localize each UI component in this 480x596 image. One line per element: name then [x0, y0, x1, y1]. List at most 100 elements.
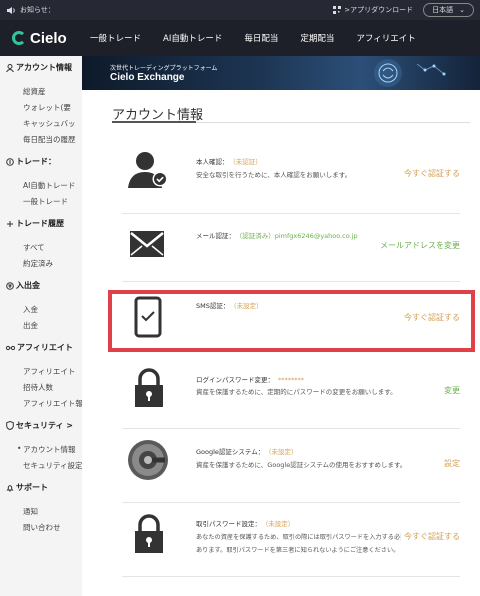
sidebar-item-withdraw[interactable]: 出金	[23, 320, 38, 331]
sidebar-head-support[interactable]: サポート	[0, 482, 48, 493]
sidebar-item-account-info[interactable]: アカウント情報	[17, 444, 75, 455]
card-divider	[122, 428, 460, 429]
authenticator-icon	[128, 440, 168, 480]
title-underline	[112, 121, 196, 123]
sidebar-item-wallet[interactable]: ウォレット(要	[23, 102, 71, 113]
google-auth-description: 資産を保護するために、Google認証システムの使用をおすすめします。	[196, 461, 407, 469]
nav-item-daily-dividend[interactable]: 毎日配当	[233, 32, 289, 44]
identity-label-text: 本人確認：	[196, 158, 229, 166]
qr-code-icon	[333, 6, 342, 14]
email-label-text: メール認証：	[196, 232, 235, 240]
logo-text: Cielo	[30, 29, 67, 47]
sidebar-head-support-label: サポート	[16, 483, 48, 492]
coin-icon: ¥	[6, 281, 14, 290]
nav-item-ai-trade[interactable]: AI自動トレード	[152, 32, 233, 44]
nav-item-affiliate[interactable]: アフィリエイト	[345, 32, 426, 44]
svg-text:¥: ¥	[8, 284, 12, 290]
sidebar-head-deposit-label: 入出金	[16, 281, 40, 290]
notice-label: お知らせ：	[20, 6, 55, 14]
banner-subtitle: 次世代トレーディングプラットフォーム	[110, 65, 218, 72]
app-download-link[interactable]: >アプリダウンロード	[333, 5, 413, 15]
sidebar-item-executed[interactable]: 約定済み	[23, 258, 53, 269]
identity-label: 本人確認： （未認証）	[196, 156, 262, 166]
sidebar-item-daily-dividend-history[interactable]: 毎日配当の履歴	[23, 134, 76, 145]
sidebar-head-trade-label: トレード：	[16, 157, 56, 166]
nav-item-periodic-dividend[interactable]: 定期配当	[289, 32, 345, 44]
sidebar-item-all[interactable]: すべて	[23, 242, 45, 253]
card-divider	[122, 576, 460, 577]
lock-icon	[135, 368, 163, 407]
ai-brain-icon	[374, 59, 446, 87]
promo-banner: 次世代トレーディングプラットフォーム Cielo Exchange	[82, 56, 480, 90]
google-auth-label: Google認証システム： （未設定）	[196, 446, 297, 456]
email-verification-card: メール認証： （認証済み）pimfgx6246@yahoo.co.jp メールアド…	[122, 224, 460, 274]
sidebar-item-total-assets[interactable]: 総資産	[23, 86, 46, 97]
trade-password-status: （未設定）	[265, 520, 295, 528]
notice[interactable]: お知らせ：	[6, 5, 55, 15]
sidebar-item-security-settings[interactable]: セキュリティ設定	[23, 460, 82, 471]
envelope-icon	[130, 231, 164, 257]
email-label: メール認証： （認証済み）pimfgx6246@yahoo.co.jp	[196, 230, 358, 240]
sidebar-item-affiliate-reward[interactable]: アフィリエイト報	[23, 398, 82, 409]
logo[interactable]: Cielo	[0, 30, 90, 47]
identity-verification-card: 本人確認： （未認証） 安全な取引を行うために、本人確認をお願いします。 今すぐ認…	[122, 148, 460, 204]
identity-status: （未認証）	[232, 158, 262, 166]
sidebar-item-invitees[interactable]: 招待人数	[23, 382, 53, 393]
sidebar-head-account[interactable]: アカウント情報	[0, 62, 72, 73]
login-password-label-text: ログインパスワード変更：	[196, 376, 274, 384]
sidebar-head-affiliate-label: アフィリエイト	[17, 343, 73, 352]
main-nav: Cielo 一般トレード AI自動トレード 毎日配当 定期配当 アフィリエイト	[0, 20, 480, 56]
sidebar-head-trade[interactable]: トレード：	[0, 156, 56, 167]
chevron-down-icon: ⌄	[459, 6, 465, 14]
identity-description: 安全な取引を行うために、本人確認をお願いします。	[196, 171, 352, 179]
app-download-label: >アプリダウンロード	[344, 6, 414, 14]
google-auth-setup-button[interactable]: 設定	[444, 458, 460, 469]
sidebar-head-history-label: トレード履歴	[16, 219, 64, 228]
sidebar-item-notifications[interactable]: 通知	[23, 506, 38, 517]
language-select[interactable]: 日本語 ⌄	[423, 3, 474, 17]
sidebar-item-cashback[interactable]: キャッシュバッ	[23, 118, 76, 129]
sidebar-head-deposit[interactable]: ¥ 入出金	[0, 280, 40, 291]
nav-item-general-trade[interactable]: 一般トレード	[90, 32, 152, 44]
sidebar-item-contact[interactable]: 問い合わせ	[23, 522, 61, 533]
trade-password-label: 取引パスワード設定： （未設定）	[196, 518, 294, 528]
sidebar-item-general-trade[interactable]: 一般トレード	[23, 196, 68, 207]
language-label: 日本語	[432, 6, 454, 14]
trade-password-verify-button[interactable]: 今すぐ認証する	[401, 531, 460, 542]
lock-icon	[135, 514, 163, 553]
trade-password-card: 取引パスワード設定： （未設定） あなたの資産を保護するため、取引の際には取引パス…	[122, 512, 460, 572]
trade-password-description-1: あなたの資産を保護するため、取引の際には取引パスワードを入力する必要が	[196, 534, 413, 541]
sidebar-item-ai-trade[interactable]: AI自動トレード	[23, 180, 75, 191]
highlight-box	[108, 290, 475, 352]
logo-icon	[12, 31, 26, 45]
identity-verify-button[interactable]: 今すぐ認証する	[404, 168, 460, 179]
trade-password-description-2: あります。取引パスワードを第三者に知られないようにご注意ください。	[196, 547, 400, 554]
sidebar-head-security[interactable]: セキュリティ >	[0, 420, 73, 431]
sidebar-item-affiliate[interactable]: アフィリエイト	[23, 366, 75, 377]
sidebar-head-security-label: セキュリティ >	[16, 421, 74, 430]
login-password-status: ********	[278, 376, 304, 384]
google-auth-status: （未設定）	[268, 448, 298, 456]
sidebar-head-affiliate[interactable]: アフィリエイト	[0, 342, 73, 353]
sidebar-head-account-label: アカウント情報	[16, 63, 72, 72]
sidebar-head-history[interactable]: トレード履歴	[0, 218, 64, 229]
google-auth-label-text: Google認証システム：	[196, 448, 265, 456]
email-status: （認証済み）pimfgx6246@yahoo.co.jp	[239, 232, 358, 240]
card-divider	[122, 502, 460, 503]
history-icon	[7, 220, 13, 227]
shield-icon	[6, 421, 14, 430]
user-verified-icon	[128, 152, 168, 188]
sidebar: アカウント情報 総資産 ウォレット(要 キャッシュバッ 毎日配当の履歴 トレード…	[0, 56, 82, 596]
top-bar: お知らせ： >アプリダウンロード 日本語 ⌄	[0, 0, 480, 20]
trade-icon	[6, 157, 14, 166]
person-icon	[6, 63, 14, 72]
login-password-label: ログインパスワード変更： ********	[196, 374, 304, 384]
trade-password-label-text: 取引パスワード設定：	[196, 520, 261, 528]
card-divider	[122, 213, 460, 214]
banner-title: Cielo Exchange	[110, 72, 185, 83]
login-password-description: 資産を保護するために、定期的にパスワードの変更をお願いします。	[196, 388, 397, 396]
google-auth-card: Google認証システム： （未設定） 資産を保護するために、Google認証シス…	[122, 438, 460, 494]
change-password-button[interactable]: 変更	[444, 385, 460, 396]
sidebar-item-deposit[interactable]: 入金	[23, 304, 38, 315]
change-email-button[interactable]: メールアドレスを変更	[380, 240, 460, 251]
